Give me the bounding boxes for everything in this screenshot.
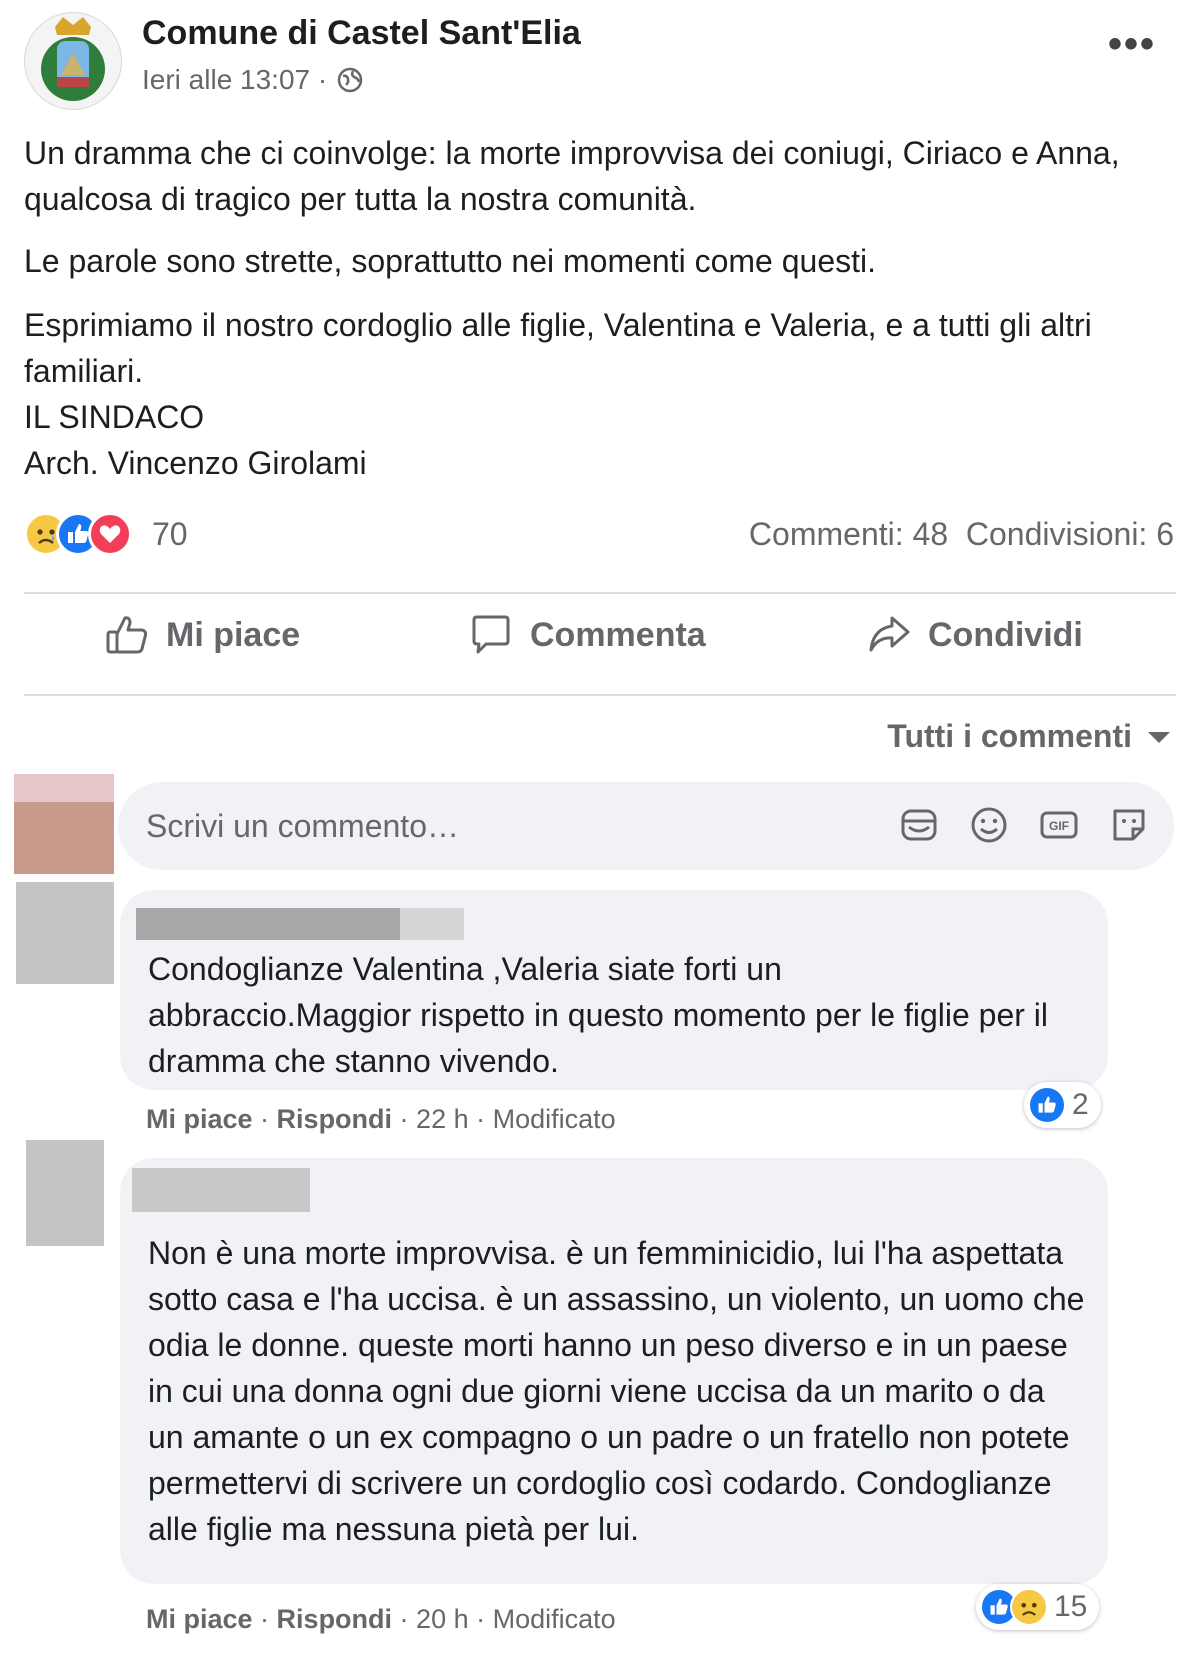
commenter-name-redacted[interactable] (132, 1168, 310, 1212)
reactions-count: 70 (152, 515, 188, 552)
comment-reactions[interactable]: 2 (1024, 1082, 1101, 1128)
divider (24, 592, 1176, 594)
comment-meta: Mi piace · Rispondi · 22 h · Modificato (146, 1104, 616, 1134)
comment-input[interactable] (144, 800, 828, 852)
share-button-label: Condividi (928, 615, 1083, 654)
page-avatar[interactable] (24, 12, 122, 110)
comment-bubble: Non è una morte improvvisa. è un femmini… (120, 1158, 1108, 1584)
commenter-name-redacted (400, 908, 464, 940)
comment-reply-link[interactable]: Rispondi (277, 1604, 393, 1634)
signature-title: IL SINDACO (24, 399, 205, 435)
page-name[interactable]: Comune di Castel Sant'Elia (142, 14, 581, 53)
love-reaction-icon (88, 512, 132, 556)
comment-reaction-count: 2 (1072, 1088, 1089, 1121)
comment-like-link[interactable]: Mi piace (146, 1604, 253, 1634)
comment-text: Condoglianze Valentina ,Valeria siate fo… (148, 951, 1049, 1079)
comment-composer[interactable]: GIF (118, 782, 1174, 870)
commenter-avatar[interactable] (26, 1140, 104, 1246)
comment-text: Non è una morte improvvisa. è un femmini… (148, 1235, 1085, 1547)
comment-time[interactable]: 20 h (416, 1604, 469, 1634)
svg-text:GIF: GIF (1049, 819, 1069, 833)
comment-edited-label: Modificato (492, 1104, 616, 1134)
municipal-crest-icon (41, 17, 105, 101)
thumbs-up-icon (106, 616, 148, 654)
comments-sort-dropdown[interactable]: Tutti i commenti (887, 718, 1172, 755)
post-paragraph-2: Le parole sono strette, soprattutto nei … (24, 243, 877, 279)
emoji-icon[interactable] (968, 804, 1010, 846)
comment-button[interactable]: Commenta (468, 612, 706, 658)
commenter-avatar[interactable] (16, 882, 114, 984)
more-options-icon[interactable]: ••• (1108, 24, 1156, 64)
gif-icon[interactable]: GIF (1038, 804, 1080, 846)
shares-count-link[interactable]: Condivisioni: 6 (966, 516, 1174, 552)
signature-name: Arch. Vincenzo Girolami (24, 445, 367, 481)
comment-reactions[interactable]: 15 (976, 1584, 1100, 1630)
camera-sticker-icon[interactable] (898, 804, 940, 846)
post-paragraph-1: Un dramma che ci coinvolge: la morte imp… (24, 135, 1120, 217)
comment-bubble: Condoglianze Valentina ,Valeria siate fo… (120, 890, 1108, 1090)
comment-reply-link[interactable]: Rispondi (277, 1104, 393, 1134)
share-button[interactable]: Condividi (866, 612, 1083, 658)
like-button-label: Mi piace (166, 615, 301, 654)
commenter-name-redacted[interactable] (136, 908, 400, 940)
sticker-icon[interactable] (1108, 804, 1150, 846)
comment-bubble-icon (472, 615, 510, 654)
comment-meta: Mi piace · Rispondi · 20 h · Modificato (146, 1604, 616, 1634)
sad-reaction-icon (1010, 1588, 1048, 1626)
post-paragraph-3: Esprimiamo il nostro cordoglio alle figl… (24, 302, 1184, 486)
comments-sort-label: Tutti i commenti (887, 718, 1132, 754)
comments-count-link[interactable]: Commenti: 48 (749, 516, 948, 552)
current-user-avatar (14, 774, 114, 874)
post-meta: Ieri alle 13:07 · (142, 64, 363, 96)
post-timestamp[interactable]: Ieri alle 13:07 · (142, 64, 327, 96)
post-paragraph-3-line-1: Esprimiamo il nostro cordoglio alle figl… (24, 307, 1092, 389)
comment-like-link[interactable]: Mi piace (146, 1104, 253, 1134)
reactions-summary[interactable]: 70 (24, 512, 188, 556)
comment-edited-label: Modificato (492, 1604, 616, 1634)
globe-icon (337, 67, 363, 93)
like-reaction-icon (1028, 1086, 1066, 1124)
comment-reaction-count: 15 (1054, 1590, 1088, 1623)
share-arrow-icon (869, 616, 910, 652)
comment-time[interactable]: 22 h (416, 1104, 469, 1134)
comment-button-label: Commenta (530, 615, 706, 654)
post-stats: Commenti: 48 Condivisioni: 6 (749, 516, 1174, 553)
caret-down-icon (1148, 731, 1170, 743)
divider (24, 694, 1176, 696)
like-button[interactable]: Mi piace (104, 612, 300, 658)
